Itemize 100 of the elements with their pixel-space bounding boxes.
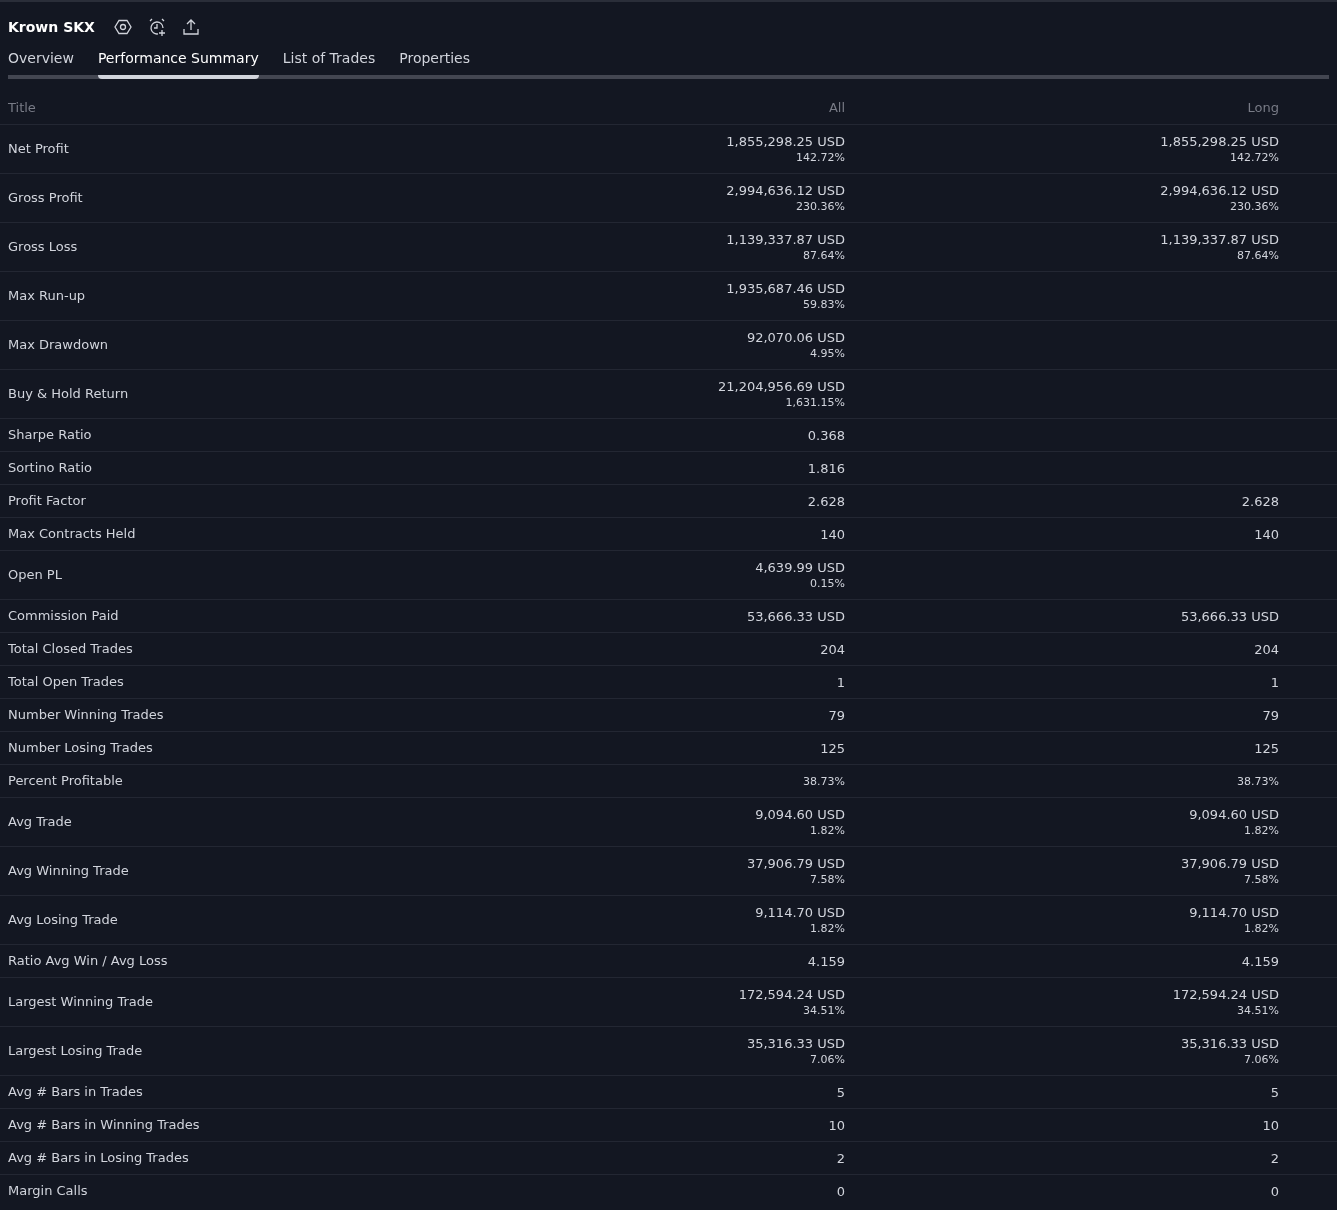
metric-title: Profit Factor <box>8 492 87 511</box>
metric-title: Sortino Ratio <box>8 459 93 478</box>
metric-title: Avg # Bars in Winning Trades <box>8 1116 201 1135</box>
strategy-title: Krown SKX <box>8 17 95 37</box>
percent-text: 230.36% <box>1230 199 1279 214</box>
value-text: 125 <box>820 739 845 757</box>
value-text: 2 <box>1270 1149 1279 1167</box>
value-text: 0.368 <box>807 426 845 444</box>
value-text: 1,935,687.46 USD <box>726 280 845 297</box>
metric-title: Avg Winning Trade <box>8 862 130 881</box>
value-text: 9,094.60 USD <box>755 806 845 823</box>
value-text: 125 <box>1254 739 1279 757</box>
metric-title: Gross Profit <box>8 189 84 208</box>
column-header: All <box>827 98 845 117</box>
percent-text: 87.64% <box>803 248 845 263</box>
percent-text: 1.82% <box>1244 823 1279 838</box>
metric-title: Total Closed Trades <box>8 640 134 659</box>
value-text: 204 <box>1254 640 1279 658</box>
tab[interactable]: Performance Summary <box>97 48 259 79</box>
value-text: 1 <box>836 673 845 691</box>
value-text: 0 <box>836 1182 845 1200</box>
value-text: 9,114.70 USD <box>1189 904 1279 921</box>
percent-text: 4.95% <box>810 346 845 361</box>
value-text: 9,094.60 USD <box>1189 806 1279 823</box>
metric-title: Percent Profitable <box>8 772 124 791</box>
value-text: 140 <box>1254 525 1279 543</box>
value-text: 172,594.24 USD <box>738 986 845 1003</box>
percent-text: 59.83% <box>803 297 845 312</box>
value-text: 5 <box>1270 1083 1279 1101</box>
value-text: 4,639.99 USD <box>755 559 845 576</box>
percent-text: 1,631.15% <box>785 395 845 410</box>
value-text: 172,594.24 USD <box>1172 986 1279 1003</box>
metric-title: Largest Winning Trade <box>8 993 155 1012</box>
value-text: 2,994,636.12 USD <box>1160 182 1279 199</box>
percent-text: 7.06% <box>1244 1052 1279 1067</box>
settings-icon[interactable] <box>112 17 133 37</box>
value-text: 2 <box>836 1149 845 1167</box>
value-text: 140 <box>820 525 845 543</box>
percent-text: 7.58% <box>810 872 845 887</box>
value-text: 2,994,636.12 USD <box>726 182 845 199</box>
column-header: Long <box>1246 98 1279 117</box>
value-text: 2.628 <box>1241 492 1279 510</box>
metric-title: Avg # Bars in Trades <box>8 1083 144 1102</box>
value-text: 2.628 <box>807 492 845 510</box>
value-text: 5 <box>836 1083 845 1101</box>
percent-text: 1.82% <box>810 823 845 838</box>
metric-title: Sharpe Ratio <box>8 426 93 445</box>
value-text: 9,114.70 USD <box>755 904 845 921</box>
value-text: 10 <box>828 1116 845 1134</box>
metric-title: Number Losing Trades <box>8 739 154 758</box>
value-text: 35,316.33 USD <box>746 1035 845 1052</box>
percent-text: 34.51% <box>1237 1003 1279 1018</box>
percent-text: 38.73% <box>803 773 845 789</box>
value-text: 92,070.06 USD <box>746 329 845 346</box>
percent-text: 1.82% <box>1244 921 1279 936</box>
metric-title: Margin Calls <box>8 1182 89 1201</box>
percent-text: 34.51% <box>803 1003 845 1018</box>
value-text: 79 <box>1262 706 1279 724</box>
value-text: 1,855,298.25 USD <box>726 133 845 150</box>
percent-text: 38.73% <box>1237 773 1279 789</box>
percent-text: 0.15% <box>810 576 845 591</box>
upload-icon[interactable] <box>180 17 201 37</box>
value-text: 53,666.33 USD <box>1180 607 1279 625</box>
value-text: 79 <box>828 706 845 724</box>
metric-title: Buy & Hold Return <box>8 385 130 404</box>
metric-title: Total Open Trades <box>8 673 125 692</box>
percent-text: 1.82% <box>810 921 845 936</box>
value-text: 21,204,956.69 USD <box>717 378 845 395</box>
percent-text: 87.64% <box>1237 248 1279 263</box>
percent-text: 7.58% <box>1244 872 1279 887</box>
metric-title: Avg # Bars in Losing Trades <box>8 1149 190 1168</box>
value-text: 10 <box>1262 1116 1279 1134</box>
metric-title: Avg Losing Trade <box>8 911 119 930</box>
percent-text: 142.72% <box>796 150 845 165</box>
value-text: 35,316.33 USD <box>1180 1035 1279 1052</box>
value-text: 4.159 <box>1241 952 1279 970</box>
metric-title: Net Profit <box>8 140 70 159</box>
value-text: 1,855,298.25 USD <box>1160 133 1279 150</box>
tab[interactable]: Properties <box>399 48 470 79</box>
percent-text: 230.36% <box>796 199 845 214</box>
value-text: 0 <box>1270 1182 1279 1200</box>
tab[interactable]: List of Trades <box>282 48 376 79</box>
value-text: 204 <box>820 640 845 658</box>
value-text: 4.159 <box>807 952 845 970</box>
metric-title: Max Contracts Held <box>8 525 137 544</box>
value-text: 37,906.79 USD <box>746 855 845 872</box>
metric-title: Number Winning Trades <box>8 706 165 725</box>
value-text: 1,139,337.87 USD <box>1160 231 1279 248</box>
percent-text: 7.06% <box>810 1052 845 1067</box>
metric-title: Largest Losing Trade <box>8 1042 144 1061</box>
value-text: 1 <box>1270 673 1279 691</box>
column-header: Title <box>8 98 37 117</box>
metric-title: Commission Paid <box>8 607 120 626</box>
tab[interactable]: Overview <box>8 48 74 79</box>
value-text: 1,139,337.87 USD <box>726 231 845 248</box>
metric-title: Gross Loss <box>8 238 79 257</box>
metric-title: Avg Trade <box>8 813 73 832</box>
value-text: 1.816 <box>807 459 845 477</box>
value-text: 37,906.79 USD <box>1180 855 1279 872</box>
metric-title: Max Run-up <box>8 287 87 306</box>
